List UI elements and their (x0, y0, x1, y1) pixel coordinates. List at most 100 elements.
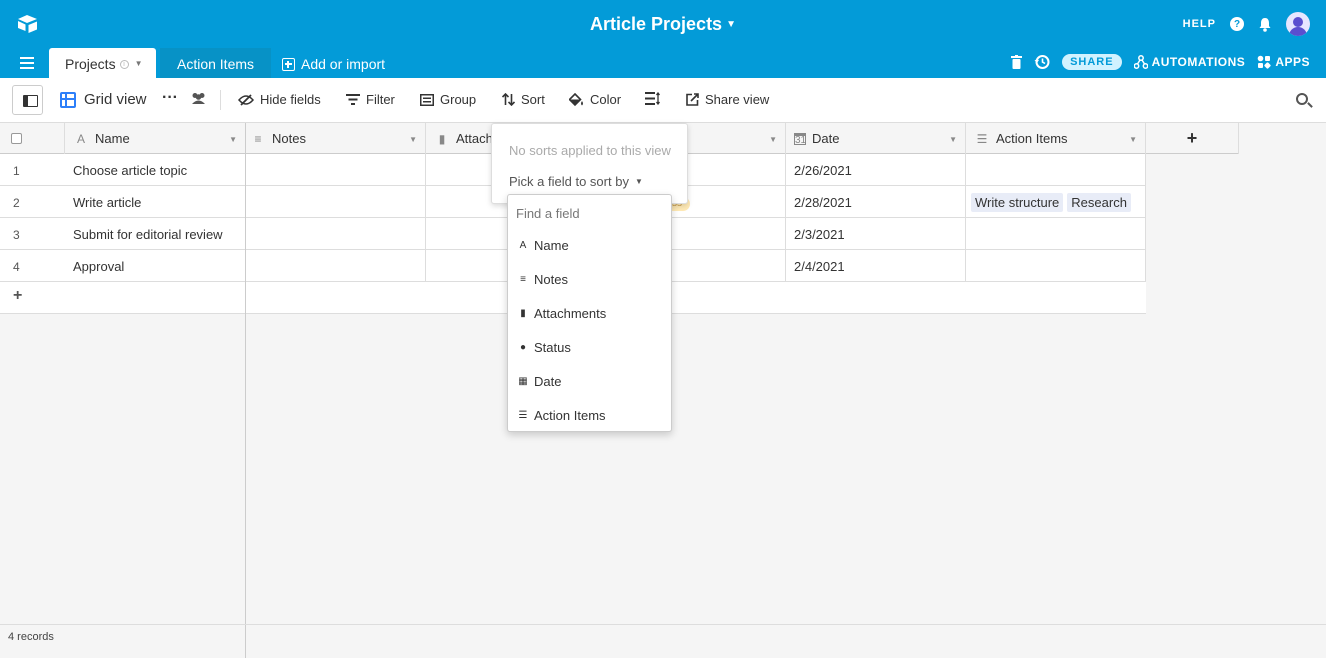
field-option-attachments[interactable]: ▮ Attachments (518, 306, 606, 321)
cell-notes[interactable] (246, 154, 426, 186)
hide-fields-button[interactable]: Hide fields (238, 92, 321, 107)
single-select-icon: ● (519, 342, 527, 353)
record-count: 4 records (8, 631, 54, 643)
cell-action-items[interactable] (966, 218, 1146, 250)
field-option-action-items[interactable]: ☰ Action Items (518, 408, 606, 423)
column-header-date[interactable]: 31 Date ▼ (786, 123, 966, 154)
row-number: 4 (13, 260, 20, 274)
apps-label: APPS (1275, 55, 1310, 69)
group-label: Group (440, 92, 477, 107)
apps-button[interactable]: APPS (1257, 55, 1310, 69)
sidebar-toggle-button[interactable] (12, 85, 43, 115)
base-title[interactable]: Article Projects ▼ (0, 14, 1326, 35)
share-button[interactable]: SHARE (1062, 54, 1122, 70)
cell-notes[interactable] (246, 250, 426, 282)
pick-field-dropdown[interactable]: Pick a field to sort by ▼ (509, 174, 643, 189)
trash-icon[interactable] (1011, 55, 1023, 69)
file-icon: ▮ (438, 131, 446, 146)
paint-bucket-icon (569, 92, 583, 106)
tab-projects-label[interactable]: Projects (65, 56, 116, 72)
add-or-import-label: Add or import (301, 56, 386, 72)
filter-button[interactable]: Filter (346, 92, 395, 107)
info-icon[interactable]: i (119, 60, 129, 69)
select-all-checkbox[interactable] (0, 123, 65, 154)
column-label: Action Items (996, 131, 1068, 146)
field-picker-menu: Find a field A Name ≡ Notes ▮ Attachments ●… (507, 194, 672, 432)
field-option-label: Name (534, 238, 569, 253)
chevron-down-icon[interactable]: ▼ (135, 59, 143, 68)
row-height-button[interactable] (645, 92, 660, 105)
cell-action-items[interactable]: Write structure Research (966, 186, 1146, 218)
group-icon (420, 93, 434, 106)
group-button[interactable]: Group (420, 92, 476, 107)
cell-date[interactable]: 2/3/2021 (786, 218, 966, 250)
pick-field-label: Pick a field to sort by (509, 174, 629, 189)
field-option-date[interactable]: ▦ Date (518, 374, 561, 389)
table-tabbar: Projects i ▼ Action Items Add or import SH… (0, 48, 1326, 78)
base-title-text[interactable]: Article Projects (590, 14, 722, 34)
add-record-button[interactable]: + (0, 282, 65, 314)
footer-divider (245, 625, 246, 658)
cell-notes[interactable] (246, 186, 426, 218)
help-icon[interactable]: ? (1230, 17, 1244, 31)
cell-name[interactable]: Choose article topic (65, 154, 246, 186)
history-icon[interactable] (1034, 54, 1050, 70)
tab-projects[interactable]: Projects i ▼ (49, 48, 156, 78)
automations-label: AUTOMATIONS (1151, 55, 1246, 69)
column-header-action-items[interactable]: ☰ Action Items ▼ (966, 123, 1146, 154)
view-toolbar: Grid view ··· Hide fields Filter Group S… (0, 78, 1326, 123)
long-text-icon: ≡ (520, 274, 526, 285)
field-option-status[interactable]: ● Status (518, 340, 571, 355)
find-field-input[interactable]: Find a field (516, 206, 580, 221)
cell-date[interactable]: 2/28/2021 (786, 186, 966, 218)
more-options-icon[interactable]: ··· (162, 89, 178, 107)
cell-notes[interactable] (246, 218, 426, 250)
field-option-name[interactable]: A Name (518, 238, 569, 253)
chevron-down-icon[interactable]: ▼ (409, 135, 417, 144)
linked-record-pill[interactable]: Write structure (971, 193, 1064, 212)
field-option-label: Action Items (534, 408, 606, 423)
chevron-down-icon[interactable]: ▼ (1129, 135, 1137, 144)
automations-button[interactable]: AUTOMATIONS (1133, 55, 1246, 69)
view-switcher[interactable]: Grid view (60, 91, 147, 108)
field-option-notes[interactable]: ≡ Notes (518, 272, 568, 287)
chevron-down-icon[interactable]: ▼ (229, 135, 237, 144)
cell-action-items[interactable] (966, 154, 1146, 186)
apps-icon (1258, 55, 1271, 69)
hamburger-menu-icon[interactable] (20, 57, 34, 69)
column-header-notes[interactable]: ≡ Notes ▼ (246, 123, 426, 154)
avatar[interactable] (1286, 12, 1310, 36)
cell-date[interactable]: 2/26/2021 (786, 154, 966, 186)
column-header-name[interactable]: A Name ▼ (65, 123, 246, 154)
sort-popover: No sorts applied to this view Pick a fie… (491, 123, 688, 204)
chevron-down-icon[interactable]: ▼ (949, 135, 957, 144)
chevron-down-icon: ▼ (634, 177, 643, 186)
cell-action-items[interactable] (966, 250, 1146, 282)
view-name: Grid view (84, 91, 147, 108)
linked-record-pill[interactable]: Research (1067, 193, 1131, 212)
sort-label: Sort (521, 92, 545, 107)
search-icon[interactable] (1296, 93, 1308, 105)
sort-button[interactable]: Sort (502, 92, 545, 107)
cell-name[interactable]: Approval (65, 250, 246, 282)
add-field-button[interactable]: + (1146, 123, 1239, 154)
filter-icon (346, 94, 360, 105)
row-number: 2 (13, 196, 20, 210)
chevron-down-icon[interactable]: ▼ (769, 135, 777, 144)
column-label: Name (95, 131, 130, 146)
add-record-spacer (65, 282, 246, 314)
linked-record-icon: ☰ (518, 410, 528, 421)
tab-action-items[interactable]: Action Items (160, 48, 271, 78)
field-option-label: Status (534, 340, 571, 355)
help-link[interactable]: HELP (1183, 18, 1216, 30)
cell-name[interactable]: Submit for editorial review (65, 218, 246, 250)
bell-icon[interactable] (1258, 17, 1272, 32)
color-button[interactable]: Color (569, 92, 621, 107)
chevron-down-icon[interactable]: ▼ (726, 19, 736, 30)
cell-name[interactable]: Write article (65, 186, 246, 218)
cell-date[interactable]: 2/4/2021 (786, 250, 966, 282)
add-or-import-button[interactable]: Add or import (282, 56, 385, 72)
grid-view-icon (60, 91, 76, 108)
collaborators-icon[interactable] (190, 92, 207, 105)
share-view-button[interactable]: Share view (686, 92, 769, 107)
